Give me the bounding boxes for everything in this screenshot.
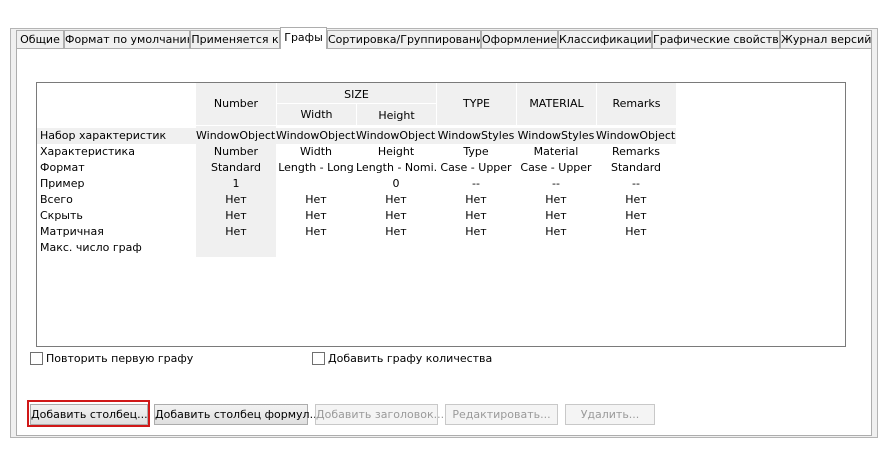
- grid-cell[interactable]: WindowObjects: [196, 128, 276, 144]
- grid-row-label: Набор характеристик: [40, 129, 167, 142]
- grid-row-label: Характеристика: [40, 145, 135, 158]
- grid-cell[interactable]: WindowObjects: [276, 128, 356, 144]
- header-type[interactable]: TYPE: [437, 97, 516, 110]
- grid-cell[interactable]: Нет: [356, 224, 436, 240]
- grid-cell[interactable]: WindowObjects: [596, 128, 676, 144]
- checkbox-label: Повторить первую графу: [46, 352, 194, 365]
- grid-row[interactable]: Матричная Нет Нет Нет Нет Нет Нет: [37, 224, 837, 240]
- grid-cell[interactable]: 0: [356, 176, 436, 192]
- checkbox-label: Добавить графу количества: [328, 352, 493, 365]
- grid-row[interactable]: Набор характеристик WindowObjects WindowOb…: [37, 128, 837, 144]
- grid-cell[interactable]: Нет: [436, 208, 516, 224]
- delete-button[interactable]: Удалить...: [565, 404, 655, 425]
- grid-cell[interactable]: Нет: [596, 208, 676, 224]
- grid-cell[interactable]: WindowStyles: [516, 128, 596, 144]
- grid-cell[interactable]: 1: [196, 176, 276, 192]
- grid-cell[interactable]: --: [596, 176, 676, 192]
- grid-cell[interactable]: Height: [356, 144, 436, 160]
- header-number[interactable]: Number: [196, 97, 276, 110]
- grid-cell[interactable]: Length - Long: [276, 160, 356, 176]
- grid-row-label: Макс. число граф: [40, 241, 142, 254]
- grid-row[interactable]: Всего Нет Нет Нет Нет Нет Нет: [37, 192, 837, 208]
- grid-cell[interactable]: Нет: [516, 192, 596, 208]
- grid-row-label: Всего: [40, 193, 73, 206]
- header-width[interactable]: Width: [277, 108, 356, 121]
- tab-general[interactable]: Общие: [16, 30, 64, 48]
- header-remarks[interactable]: Remarks: [597, 97, 676, 110]
- grid-row-label: Матричная: [40, 225, 104, 238]
- grid-row[interactable]: Скрыть Нет Нет Нет Нет Нет Нет: [37, 208, 837, 224]
- grid-cell[interactable]: Remarks: [596, 144, 676, 160]
- grid-cell[interactable]: Length - Nomi...: [356, 160, 436, 176]
- grid-row-label: Пример: [40, 177, 85, 190]
- grid-cell[interactable]: Нет: [516, 208, 596, 224]
- grid-row-label: Скрыть: [40, 209, 83, 222]
- edit-button[interactable]: Редактировать...: [445, 404, 558, 425]
- grid-cell[interactable]: Нет: [356, 192, 436, 208]
- tab-sorting-grouping[interactable]: Сортировка/Группирование: [327, 30, 481, 48]
- grid-cell[interactable]: Number: [196, 144, 276, 160]
- grid-cell[interactable]: Case - Upper: [436, 160, 516, 176]
- grid-cell[interactable]: Нет: [196, 224, 276, 240]
- header-material[interactable]: MATERIAL: [517, 97, 596, 110]
- tab-graphic-properties[interactable]: Графические свойства: [652, 30, 780, 48]
- grid-cell[interactable]: Нет: [276, 192, 356, 208]
- grid-cell[interactable]: Нет: [436, 224, 516, 240]
- grid-cell[interactable]: Width: [276, 144, 356, 160]
- grid-cell[interactable]: Нет: [596, 224, 676, 240]
- tab-classifications[interactable]: Классификации: [558, 30, 652, 48]
- grid-cell[interactable]: Нет: [196, 192, 276, 208]
- grid-cell[interactable]: --: [436, 176, 516, 192]
- grid-cell[interactable]: Нет: [596, 192, 676, 208]
- tab-default-format[interactable]: Формат по умолчанию: [64, 30, 190, 48]
- header-size-group[interactable]: SIZE: [277, 88, 436, 101]
- grid-cell[interactable]: Нет: [196, 208, 276, 224]
- header-height[interactable]: Height: [357, 109, 436, 122]
- highlight-frame: [27, 400, 150, 427]
- grid-cell[interactable]: WindowStyles: [436, 128, 516, 144]
- checkbox-box[interactable]: [312, 352, 325, 365]
- grid-row[interactable]: Пример 1 0 -- -- --: [37, 176, 837, 192]
- grid-cell[interactable]: Нет: [436, 192, 516, 208]
- columns-grid[interactable]: Number SIZE Width Height TYPE MATERIAL R…: [36, 82, 846, 347]
- grid-cell[interactable]: Standard: [596, 160, 676, 176]
- add-header-button[interactable]: Добавить заголовок...: [315, 404, 444, 425]
- grid-cell[interactable]: Нет: [276, 224, 356, 240]
- grid-row[interactable]: Формат Standard Length - Long Length - Nomi…: [37, 160, 837, 176]
- grid-cell[interactable]: Standard: [196, 160, 276, 176]
- grid-cell[interactable]: Нет: [516, 224, 596, 240]
- grid-cell[interactable]: Material: [516, 144, 596, 160]
- grid-cell[interactable]: --: [516, 176, 596, 192]
- tab-applies-to[interactable]: Применяется к: [190, 30, 280, 48]
- tab-columns[interactable]: Графы: [280, 27, 327, 49]
- tab-appearance[interactable]: Оформление: [481, 30, 558, 48]
- grid-cell[interactable]: Case - Upper: [516, 160, 596, 176]
- grid-cell[interactable]: Type: [436, 144, 516, 160]
- grid-row[interactable]: Характеристика Number Width Height Type Mater…: [37, 144, 837, 160]
- grid-cell[interactable]: WindowObjects: [356, 128, 436, 144]
- grid-cell[interactable]: Нет: [356, 208, 436, 224]
- grid-cell[interactable]: Нет: [276, 208, 356, 224]
- tab-version-log[interactable]: Журнал версий: [780, 30, 872, 48]
- add-formula-column-button[interactable]: Добавить столбец формул...: [154, 404, 320, 425]
- grid-row-label: Формат: [40, 161, 85, 174]
- grid-row[interactable]: Макс. число граф: [37, 240, 837, 256]
- checkbox-box[interactable]: [30, 352, 43, 365]
